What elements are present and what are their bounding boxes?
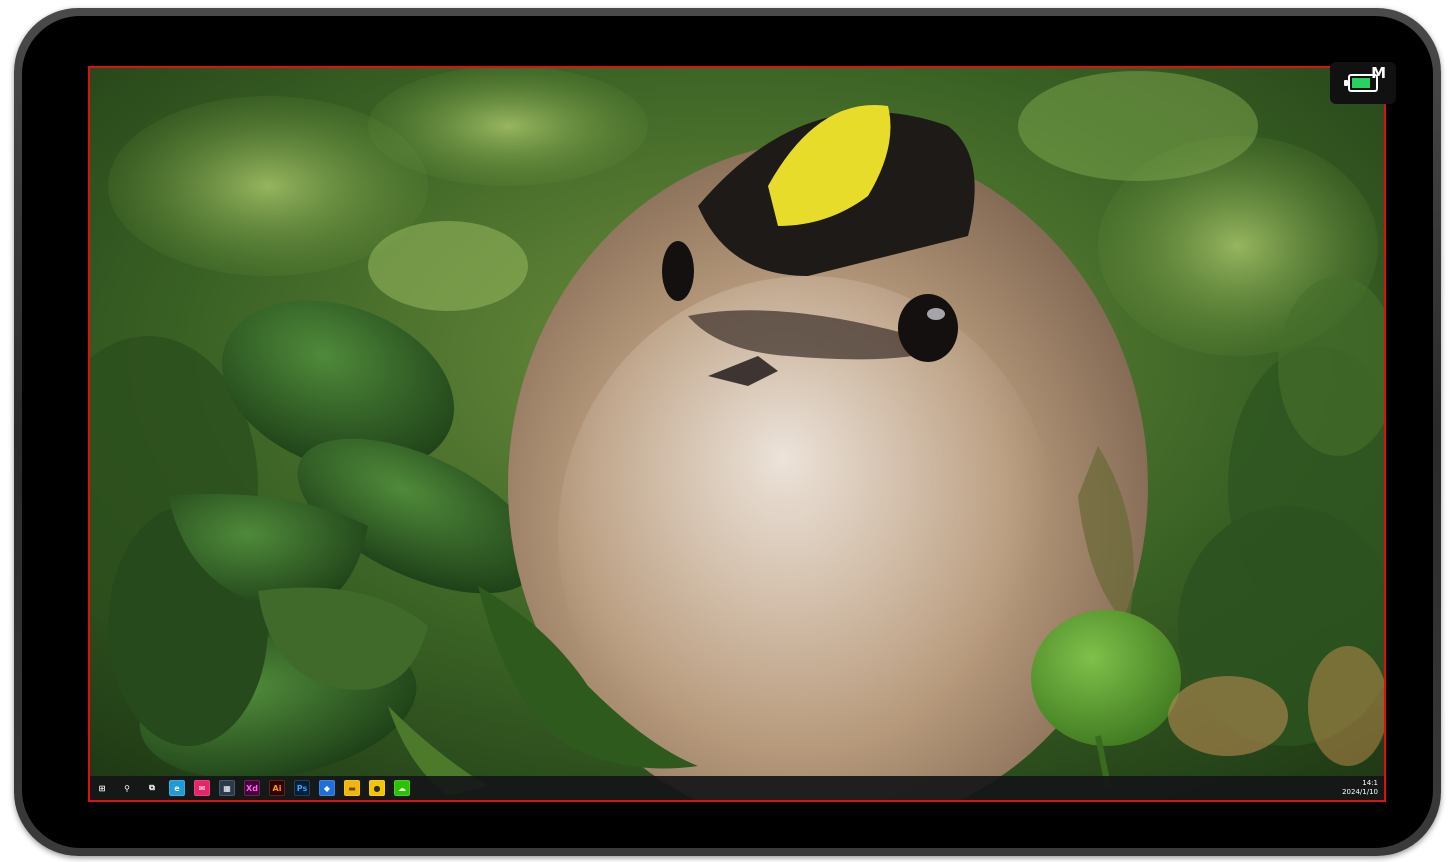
edge-icon[interactable]: e [169, 780, 185, 796]
app-yellow-glyph: ● [373, 783, 381, 793]
mail-app-glyph: ✉ [198, 783, 206, 793]
taskbar: ⊞ ⚲ ⧉ e ✉ ▦ Xd Ai Ps ◆ ▬ ● ☁ 14:1 2024/1/10 [88, 776, 1384, 800]
search-icon[interactable]: ⚲ [119, 780, 135, 796]
badge-letter: M [1371, 64, 1386, 82]
wechat-glyph: ☁ [398, 783, 406, 793]
calculator-glyph: ▦ [223, 783, 231, 793]
battery-fill [1352, 78, 1371, 88]
start-glyph: ⊞ [98, 783, 106, 793]
adobe-xd-glyph: Xd [246, 783, 258, 793]
wechat-icon[interactable]: ☁ [394, 780, 410, 796]
app-blue-glyph: ◆ [323, 783, 331, 793]
task-view-glyph: ⧉ [149, 783, 155, 792]
taskbar-clock[interactable]: 14:1 2024/1/10 [1342, 779, 1378, 797]
adobe-illustrator-icon[interactable]: Ai [269, 780, 285, 796]
edge-glyph: e [174, 783, 180, 793]
calculator-icon[interactable]: ▦ [219, 780, 235, 796]
app-yellow-icon[interactable]: ● [369, 780, 385, 796]
adobe-xd-icon[interactable]: Xd [244, 780, 260, 796]
app-blue-icon[interactable]: ◆ [319, 780, 335, 796]
wallpaper-bird-photo [88, 66, 1384, 800]
clock-date: 2024/1/10 [1342, 788, 1378, 796]
battery-tip [1344, 80, 1348, 86]
clock-time: 14:1 [1362, 779, 1378, 787]
adobe-photoshop-icon[interactable]: Ps [294, 780, 310, 796]
desktop-screen: ⊞ ⚲ ⧉ e ✉ ▦ Xd Ai Ps ◆ ▬ ● ☁ 14:1 2024/1/10 [88, 66, 1384, 800]
start-icon[interactable]: ⊞ [94, 780, 110, 796]
adobe-illustrator-glyph: Ai [272, 783, 282, 793]
mail-app-icon[interactable]: ✉ [194, 780, 210, 796]
file-explorer-glyph: ▬ [348, 783, 356, 793]
task-view-icon[interactable]: ⧉ [144, 780, 160, 796]
file-explorer-icon[interactable]: ▬ [344, 780, 360, 796]
status-badge[interactable]: M [1330, 62, 1396, 104]
search-glyph: ⚲ [124, 783, 130, 793]
adobe-photoshop-glyph: Ps [296, 783, 308, 793]
